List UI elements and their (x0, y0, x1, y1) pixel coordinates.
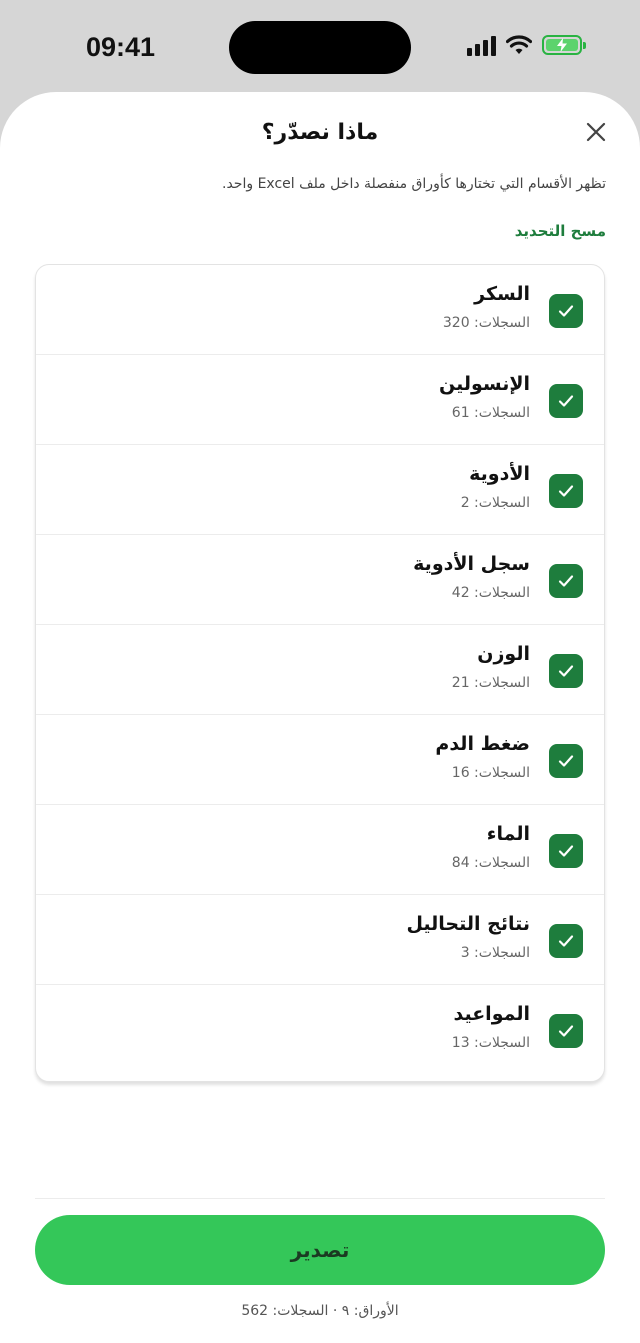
close-button[interactable] (583, 119, 609, 145)
item-count: السجلات: 61 (451, 405, 530, 421)
checkbox[interactable] (549, 384, 583, 418)
item-count: السجلات: 3 (460, 945, 530, 961)
checkbox[interactable] (549, 924, 583, 958)
sheet-description: تظهر الأقسام التي تختارها كأوراق منفصلة … (222, 176, 606, 192)
item-count: السجلات: 16 (451, 765, 530, 781)
checkbox[interactable] (549, 294, 583, 328)
sheet-title: ماذا نصدّر؟ (261, 120, 379, 145)
cellular-signal-icon (467, 34, 496, 56)
checkmark-icon (558, 755, 574, 767)
item-label: السكر (474, 283, 530, 305)
checkmark-icon (558, 395, 574, 407)
checkmark-icon (558, 485, 574, 497)
list-item[interactable]: السكر السجلات: 320 (36, 265, 604, 355)
clear-selection-link[interactable]: مسح التحديد (515, 222, 606, 240)
sections-list: السكر السجلات: 320 الإنسولين السجلات: 61… (35, 264, 605, 1082)
list-item[interactable]: المواعيد السجلات: 13 (36, 985, 604, 1075)
item-label: المواعيد (453, 1003, 530, 1025)
list-item[interactable]: ضغط الدم السجلات: 16 (36, 715, 604, 805)
item-count: السجلات: 320 (442, 315, 530, 331)
checkbox[interactable] (549, 564, 583, 598)
checkmark-icon (558, 305, 574, 317)
battery-icon (542, 35, 586, 55)
item-count: السجلات: 42 (451, 585, 530, 601)
item-label: نتائج التحاليل (406, 913, 530, 935)
list-item[interactable]: نتائج التحاليل السجلات: 3 (36, 895, 604, 985)
status-bar: 09:41 (0, 0, 640, 96)
item-label: الوزن (477, 643, 530, 665)
charging-bolt-icon (557, 38, 567, 52)
item-label: ضغط الدم (435, 733, 530, 755)
checkmark-icon (558, 665, 574, 677)
item-label: الإنسولين (438, 373, 530, 395)
list-item[interactable]: الإنسولين السجلات: 61 (36, 355, 604, 445)
checkbox[interactable] (549, 474, 583, 508)
footer-divider (35, 1198, 605, 1199)
wifi-icon (506, 35, 532, 54)
status-icons (467, 34, 586, 56)
checkmark-icon (558, 575, 574, 587)
item-count: السجلات: 2 (460, 495, 530, 511)
item-label: الماء (486, 823, 530, 845)
item-count: السجلات: 13 (451, 1035, 530, 1051)
list-item[interactable]: الوزن السجلات: 21 (36, 625, 604, 715)
checkbox[interactable] (549, 834, 583, 868)
checkbox[interactable] (549, 654, 583, 688)
export-summary: الأوراق: ٩ · السجلات: 562 (241, 1303, 399, 1319)
item-label: الأدوية (469, 463, 530, 485)
checkmark-icon (558, 935, 574, 947)
item-label: سجل الأدوية (413, 553, 530, 575)
checkmark-icon (558, 1025, 574, 1037)
list-item[interactable]: الأدوية السجلات: 2 (36, 445, 604, 535)
item-count: السجلات: 84 (451, 855, 530, 871)
list-item[interactable]: سجل الأدوية السجلات: 42 (36, 535, 604, 625)
item-count: السجلات: 21 (451, 675, 530, 691)
export-sheet: ماذا نصدّر؟ تظهر الأقسام التي تختارها كأ… (0, 92, 640, 1343)
checkbox[interactable] (549, 1014, 583, 1048)
checkmark-icon (558, 845, 574, 857)
checkbox[interactable] (549, 744, 583, 778)
list-item[interactable]: الماء السجلات: 84 (36, 805, 604, 895)
close-icon (586, 122, 606, 142)
dynamic-island (229, 21, 411, 74)
status-time: 09:41 (86, 32, 156, 62)
export-button[interactable]: تصدير (35, 1215, 605, 1285)
